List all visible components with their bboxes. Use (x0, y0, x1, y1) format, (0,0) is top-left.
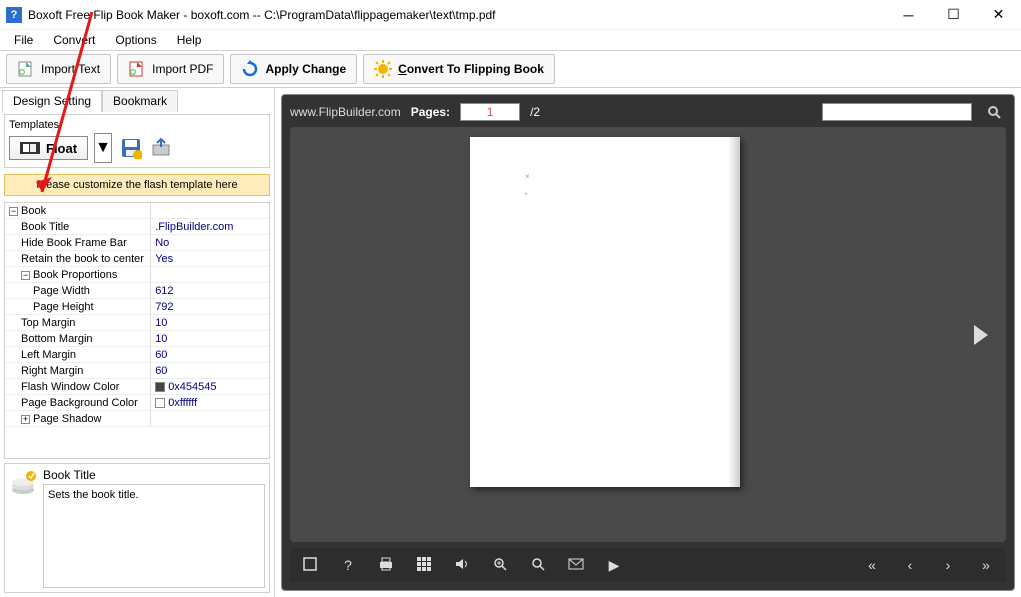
total-pages: /2 (530, 105, 540, 119)
app-icon: ? (6, 7, 22, 23)
menu-file[interactable]: File (4, 31, 43, 49)
prop-right-margin-value[interactable]: 60 (150, 363, 269, 378)
color-swatch-icon (155, 382, 165, 392)
prop-flash-window-color[interactable]: Flash Window Color (5, 381, 150, 393)
prop-cat-proportions[interactable]: −Book Proportions (5, 269, 150, 281)
customize-template-bar[interactable]: Please customize the flash template here (4, 174, 270, 196)
tab-bookmark[interactable]: Bookmark (102, 90, 178, 112)
import-pdf-icon (128, 60, 146, 78)
export-template-button[interactable] (148, 135, 174, 161)
preview-panel: www.FlipBuilder.com Pages: /2 × • (275, 88, 1021, 597)
pages-label: Pages: (411, 105, 450, 119)
menu-options[interactable]: Options (105, 31, 166, 49)
help-panel: Book Title Sets the book title. (4, 463, 270, 593)
prop-cat-book[interactable]: −Book (5, 205, 150, 217)
prop-top-margin[interactable]: Top Margin (5, 317, 150, 329)
book-page[interactable]: × • (470, 137, 740, 487)
menu-bar: File Convert Options Help (0, 30, 1021, 50)
thumbnails-button[interactable] (414, 557, 434, 574)
zoom-out-button[interactable] (528, 557, 548, 574)
search-button[interactable] (982, 103, 1006, 121)
preview-stage[interactable]: × • (290, 127, 1006, 542)
import-text-button[interactable]: Import Text (6, 54, 111, 84)
prop-left-margin[interactable]: Left Margin (5, 349, 150, 361)
close-button[interactable]: ✕ (976, 0, 1021, 29)
left-panel: Design Setting Bookmark Templates Float … (0, 88, 275, 597)
prop-page-height[interactable]: Page Height (5, 301, 150, 313)
title-bar: ? Boxoft Free Flip Book Maker - boxoft.c… (0, 0, 1021, 30)
apply-change-label: Apply Change (265, 62, 346, 76)
window-title: Boxoft Free Flip Book Maker - boxoft.com… (28, 8, 886, 22)
prop-page-bg-color-value[interactable]: 0xffffff (150, 395, 269, 410)
print-button[interactable] (376, 557, 396, 574)
current-page-input[interactable] (460, 103, 520, 121)
prev-page-button[interactable]: ‹ (900, 557, 920, 573)
maximize-button[interactable]: ☐ (931, 0, 976, 29)
prop-retain-center-value[interactable]: Yes (150, 251, 269, 266)
prop-bottom-margin-value[interactable]: 10 (150, 331, 269, 346)
prop-flash-window-color-value[interactable]: 0x454545 (150, 379, 269, 394)
convert-book-button[interactable]: Convert To Flipping Book (363, 54, 555, 84)
import-pdf-label: Import PDF (152, 62, 213, 76)
prop-retain-center[interactable]: Retain the book to center (5, 253, 150, 265)
prop-book-title[interactable]: Book Title (5, 221, 150, 233)
email-button[interactable] (566, 557, 586, 573)
last-page-button[interactable]: » (976, 557, 996, 573)
help-description: Sets the book title. (43, 484, 265, 588)
prop-cat-page-shadow[interactable]: +Page Shadow (5, 413, 150, 425)
prop-book-title-value[interactable]: .FlipBuilder.com (150, 219, 269, 234)
menu-convert[interactable]: Convert (43, 31, 105, 49)
template-icon (20, 140, 40, 156)
import-pdf-button[interactable]: Import PDF (117, 54, 224, 84)
apply-change-button[interactable]: Apply Change (230, 54, 357, 84)
import-text-label: Import Text (41, 62, 100, 76)
help-button[interactable]: ? (338, 557, 358, 573)
convert-icon (374, 60, 392, 78)
property-grid-scroll[interactable]: −Book Book Title.FlipBuilder.com Hide Bo… (5, 203, 269, 458)
save-template-button[interactable] (118, 135, 144, 161)
fullscreen-button[interactable] (300, 556, 320, 575)
template-dropdown[interactable]: ▼ (94, 133, 112, 163)
prop-page-width[interactable]: Page Width (5, 285, 150, 297)
convert-book-label[interactable]: Convert To Flipping Book (398, 62, 544, 76)
import-text-icon (17, 60, 35, 78)
preview-url: www.FlipBuilder.com (290, 105, 401, 119)
prop-left-margin-value[interactable]: 60 (150, 347, 269, 362)
minimize-button[interactable]: ─ (886, 0, 931, 29)
zoom-in-button[interactable] (490, 557, 510, 574)
menu-help[interactable]: Help (167, 31, 212, 49)
page-edge-shadow (728, 137, 740, 487)
sound-button[interactable] (452, 557, 472, 574)
prop-hide-frame-bar[interactable]: Hide Book Frame Bar (5, 237, 150, 249)
next-page-button[interactable]: › (938, 557, 958, 573)
page-text-mark: × (525, 172, 530, 181)
help-icon (9, 468, 37, 496)
first-page-button[interactable]: « (862, 557, 882, 573)
templates-group: Templates Float ▼ (4, 114, 270, 168)
property-grid: −Book Book Title.FlipBuilder.com Hide Bo… (4, 202, 270, 459)
preview-header: www.FlipBuilder.com Pages: /2 (290, 103, 1006, 121)
prop-hide-frame-bar-value[interactable]: No (150, 235, 269, 250)
tab-design-setting[interactable]: Design Setting (2, 90, 102, 112)
prop-page-height-value[interactable]: 792 (150, 299, 269, 314)
autoplay-button[interactable]: ▶ (604, 557, 624, 574)
toolbar: Import Text Import PDF Apply Change Conv… (0, 50, 1021, 88)
prop-page-width-value[interactable]: 612 (150, 283, 269, 298)
prop-right-margin[interactable]: Right Margin (5, 365, 150, 377)
page-text-mark: • (525, 192, 527, 198)
prop-top-margin-value[interactable]: 10 (150, 315, 269, 330)
template-select-button[interactable]: Float (9, 136, 88, 160)
search-icon (987, 105, 1001, 119)
search-input[interactable] (822, 103, 972, 121)
refresh-icon (241, 60, 259, 78)
template-name: Float (46, 141, 77, 156)
help-title: Book Title (43, 468, 265, 482)
next-page-arrow[interactable] (974, 325, 988, 345)
preview-toolbar: ? ▶ « ‹ › » (290, 548, 1006, 582)
templates-label: Templates (9, 119, 265, 131)
color-swatch-icon (155, 398, 165, 408)
prop-page-bg-color[interactable]: Page Background Color (5, 397, 150, 409)
prop-bottom-margin[interactable]: Bottom Margin (5, 333, 150, 345)
